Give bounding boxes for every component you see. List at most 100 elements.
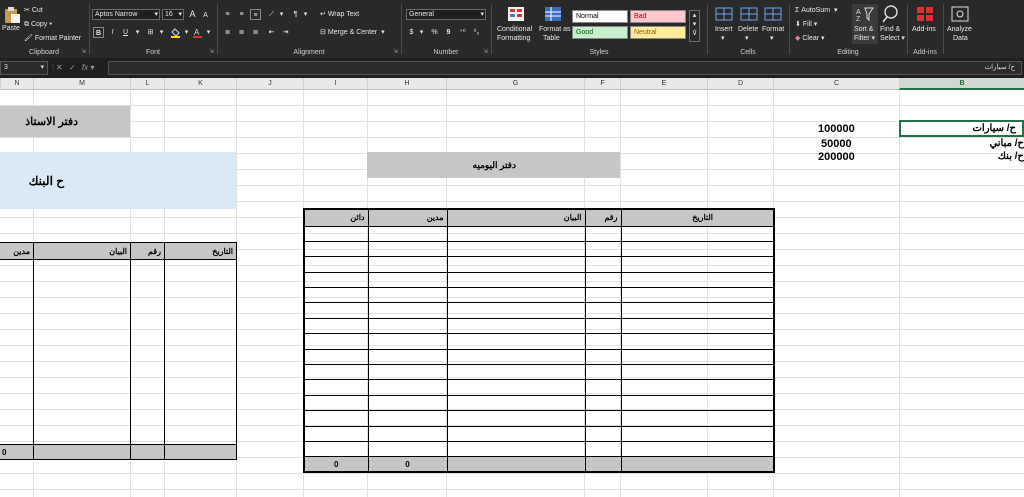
journal-cell[interactable] — [584, 349, 622, 366]
underline-button[interactable]: U — [120, 27, 131, 38]
number-format-dropdown[interactable]: General ▾ — [406, 9, 486, 20]
column-header-j[interactable]: J — [236, 78, 303, 90]
format-as-table-icon[interactable] — [544, 6, 562, 22]
journal-cell[interactable] — [303, 441, 369, 458]
copy-button[interactable]: ⧉ Copy ▾ — [24, 20, 52, 30]
journal-cell[interactable] — [367, 426, 448, 442]
grow-font-button[interactable]: A — [187, 9, 198, 20]
style-good[interactable]: Good — [572, 26, 628, 39]
journal-cell[interactable] — [446, 410, 586, 427]
journal-cell[interactable] — [446, 241, 586, 258]
italic-button[interactable]: I — [107, 27, 118, 38]
journal-cell[interactable] — [303, 287, 369, 304]
journal-cell[interactable] — [620, 349, 775, 366]
journal-cell[interactable] — [303, 318, 369, 335]
addins-icon[interactable] — [916, 6, 934, 22]
journal-cell[interactable] — [367, 379, 448, 396]
journal-cell[interactable] — [584, 379, 622, 396]
currency-dropdown-icon[interactable]: ▾ — [416, 27, 427, 38]
decrease-decimal-icon[interactable]: ⁰₀ — [471, 27, 482, 38]
number-launcher-icon[interactable]: ⇲ — [483, 48, 488, 55]
format-painter-button[interactable]: 🖌 Format Painter — [24, 34, 81, 44]
journal-cell[interactable] — [367, 349, 448, 366]
ledger-total-num[interactable] — [130, 444, 165, 460]
journal-cell[interactable] — [303, 226, 369, 242]
column-header-h[interactable]: H — [367, 78, 446, 90]
journal-cell[interactable] — [584, 302, 622, 319]
column-header-d[interactable]: D — [707, 78, 773, 90]
align-center-icon[interactable]: ≣ — [236, 27, 247, 38]
journal-cell[interactable] — [584, 287, 622, 304]
cut-button[interactable]: ✂ Cut — [24, 6, 43, 16]
journal-cell[interactable] — [367, 287, 448, 304]
sort-filter-icon[interactable]: AZ — [856, 6, 874, 23]
account-value-0[interactable]: 100000 — [818, 123, 855, 135]
styles-gallery-scroll[interactable]: ▴ ▾ ⊽ — [689, 10, 700, 42]
delete-cells-icon[interactable] — [740, 6, 758, 22]
journal-cell[interactable] — [367, 256, 448, 273]
insert-function-button[interactable]: fx — [82, 63, 88, 72]
journal-cell[interactable] — [303, 410, 369, 427]
journal-cell[interactable] — [584, 441, 622, 458]
journal-header-debit[interactable]: مدين — [367, 208, 448, 227]
journal-cell[interactable] — [446, 349, 586, 366]
enter-icon[interactable]: ✓ — [69, 63, 76, 72]
account-value-2[interactable]: 200000 — [818, 151, 855, 163]
journal-cell[interactable] — [367, 302, 448, 319]
journal-cell[interactable] — [446, 364, 586, 381]
bold-button[interactable]: B — [93, 27, 104, 38]
journal-cell[interactable] — [620, 287, 775, 304]
journal-cell[interactable] — [620, 302, 775, 319]
journal-cell[interactable] — [303, 379, 369, 396]
journal-cell[interactable] — [303, 364, 369, 381]
journal-cell[interactable] — [620, 333, 775, 350]
format-cells-icon[interactable] — [764, 6, 782, 22]
underline-dropdown-icon[interactable]: ▾ — [132, 27, 143, 38]
journal-cell[interactable] — [446, 256, 586, 273]
font-color-icon[interactable]: A — [192, 27, 203, 38]
journal-cell[interactable] — [303, 395, 369, 412]
fill-color-dropdown-icon[interactable]: ▾ — [181, 27, 192, 38]
account-name-1[interactable]: ح/ مباني — [989, 138, 1024, 149]
fill-color-icon[interactable] — [170, 27, 181, 38]
align-right-icon[interactable]: ≣ — [250, 27, 261, 38]
journal-cell[interactable] — [446, 379, 586, 396]
comma-style-button[interactable]: 9 — [443, 27, 454, 38]
insert-cells-icon[interactable] — [715, 6, 733, 22]
column-header-n[interactable]: N — [0, 78, 33, 90]
find-select-icon[interactable] — [882, 5, 900, 23]
journal-header-num[interactable]: رقم — [584, 208, 622, 227]
ledger-cell[interactable] — [33, 259, 131, 445]
style-neutral[interactable]: Neutral — [630, 26, 686, 39]
journal-total-num[interactable] — [584, 456, 622, 473]
journal-cell[interactable] — [303, 241, 369, 258]
journal-cell[interactable] — [303, 302, 369, 319]
journal-cell[interactable] — [367, 333, 448, 350]
journal-cell[interactable] — [367, 241, 448, 258]
journal-header-date[interactable]: التاريخ — [620, 208, 775, 227]
borders-icon[interactable]: ⊞ — [145, 27, 156, 38]
journal-cell[interactable] — [584, 241, 622, 258]
conditional-formatting-icon[interactable] — [507, 6, 525, 22]
journal-cell[interactable] — [620, 395, 775, 412]
ledger-cell[interactable] — [0, 259, 34, 445]
direction-dropdown-icon[interactable]: ▾ — [300, 9, 311, 20]
align-bottom-icon[interactable]: ≡ — [250, 9, 261, 20]
style-bad[interactable]: Bad — [630, 10, 686, 23]
bank-account-title-cell[interactable]: ح البنك — [0, 152, 236, 209]
column-header-k[interactable]: K — [164, 78, 236, 90]
column-header-e[interactable]: E — [620, 78, 707, 90]
journal-cell[interactable] — [620, 256, 775, 273]
journal-total-debit[interactable]: 0 — [367, 456, 448, 473]
journal-cell[interactable] — [367, 364, 448, 381]
journal-header-credit[interactable]: دائن — [303, 208, 369, 227]
journal-cell[interactable] — [367, 318, 448, 335]
journal-cell[interactable] — [620, 426, 775, 442]
journal-header-desc[interactable]: البيان — [446, 208, 586, 227]
journal-cell[interactable] — [303, 272, 369, 289]
font-color-dropdown-icon[interactable]: ▾ — [203, 27, 214, 38]
wrap-text-button[interactable]: ↵ Wrap Text — [320, 10, 359, 20]
journal-cell[interactable] — [367, 272, 448, 289]
journal-total-desc[interactable] — [446, 456, 586, 473]
journal-cell[interactable] — [584, 318, 622, 335]
